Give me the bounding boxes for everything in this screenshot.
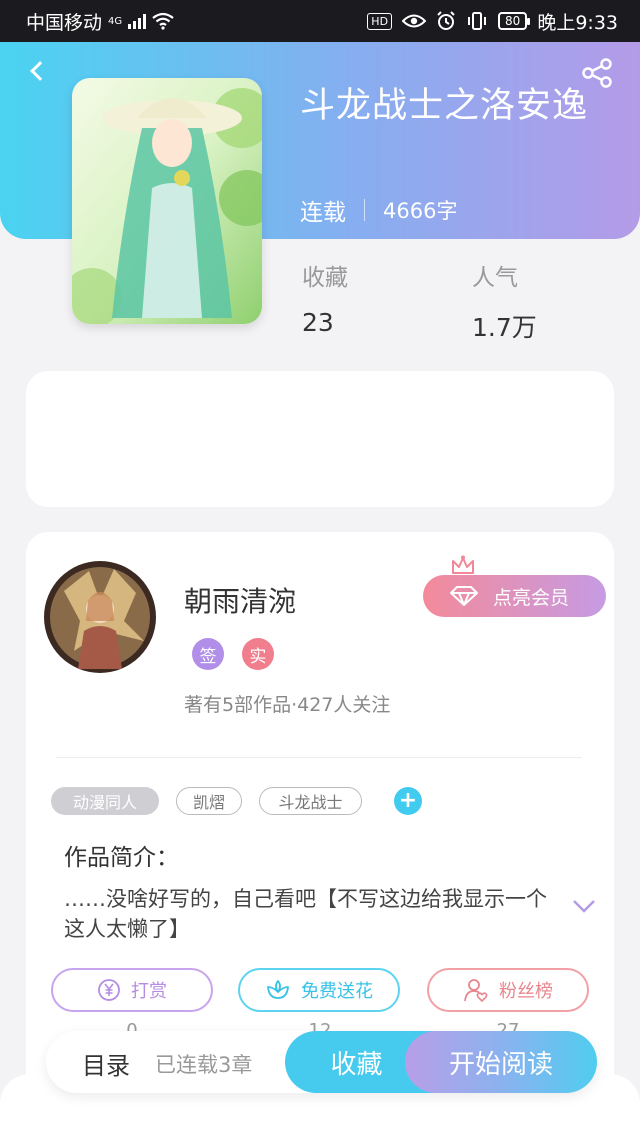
wifi-icon xyxy=(152,12,174,30)
author-summary: 著有5部作品·427人关注 xyxy=(184,694,391,716)
reward-label: 打赏 xyxy=(131,981,167,1002)
vibrate-icon xyxy=(468,12,487,30)
alarm-icon xyxy=(437,11,455,30)
tag-chip[interactable]: 动漫同人 xyxy=(51,787,159,815)
meta-divider xyxy=(364,199,365,221)
start-reading-button[interactable]: 开始阅读 xyxy=(405,1031,597,1093)
stat-label: 人气 xyxy=(472,265,518,291)
fan-ranking-button[interactable]: 粉丝榜 xyxy=(427,968,589,1012)
stat-value: 23 xyxy=(302,308,334,337)
chapter-count: 已连载3章 xyxy=(155,1053,253,1077)
favorite-label: 收藏 xyxy=(330,1049,383,1080)
author-name[interactable]: 朝雨清涴 xyxy=(184,580,296,620)
network-type: 4G xyxy=(108,15,123,27)
send-flower-label: 免费送花 xyxy=(301,981,373,1002)
start-reading-label: 开始阅读 xyxy=(448,1049,553,1080)
divider xyxy=(56,757,582,758)
stat-favorites: 收藏 23 xyxy=(302,258,348,337)
user-heart-icon xyxy=(464,979,488,1003)
vip-label: 点亮会员 xyxy=(493,586,570,609)
diamond-icon xyxy=(450,586,478,606)
stat-popularity: 人气 1.7万 xyxy=(472,258,537,344)
toc-button[interactable]: 目录 xyxy=(82,1046,130,1081)
tag-chip[interactable]: 斗龙战士 xyxy=(259,787,362,815)
signal-icon xyxy=(128,13,147,29)
vip-button[interactable]: 点亮会员 xyxy=(423,575,606,617)
signed-badge: 签 xyxy=(192,638,224,670)
reward-button[interactable]: 打赏 xyxy=(51,968,213,1012)
eye-icon xyxy=(402,14,427,28)
chevron-left-icon xyxy=(30,61,50,81)
blank-card xyxy=(26,371,614,507)
intro-text: ……没啥好写的，自己看吧【不写这边给我显示一个这人太懒了】 xyxy=(64,887,547,941)
clock: 晚上9:33 xyxy=(537,11,618,34)
send-flower-button[interactable]: 免费送花 xyxy=(238,968,400,1012)
back-button[interactable] xyxy=(22,56,52,86)
book-meta: 连载 4666字 xyxy=(300,193,457,227)
hd-badge: HD xyxy=(367,12,393,30)
verified-badge: 实 xyxy=(242,638,274,670)
flower-icon xyxy=(267,980,289,999)
intro-heading: 作品简介： xyxy=(64,845,179,871)
crown-icon xyxy=(452,555,474,574)
fan-ranking-label: 粉丝榜 xyxy=(499,981,553,1002)
word-count: 4666字 xyxy=(383,199,458,223)
add-tag-button[interactable]: + xyxy=(394,787,422,815)
author-avatar[interactable] xyxy=(44,561,156,673)
stat-label: 收藏 xyxy=(302,265,348,291)
status-bar: 中国移动 4G HD 80 晚上9:33 xyxy=(0,0,640,42)
book-cover-image[interactable] xyxy=(72,78,262,324)
tag-chip[interactable]: 凯熠 xyxy=(176,787,242,815)
book-title: 斗龙战士之洛安逸 xyxy=(300,86,589,126)
stat-value: 1.7万 xyxy=(472,313,537,342)
book-status: 连载 xyxy=(300,200,346,226)
battery-icon: 80 xyxy=(498,12,531,30)
yen-coin-icon xyxy=(98,979,120,1001)
chevron-down-icon[interactable] xyxy=(572,898,596,914)
carrier-label: 中国移动 xyxy=(26,11,103,34)
